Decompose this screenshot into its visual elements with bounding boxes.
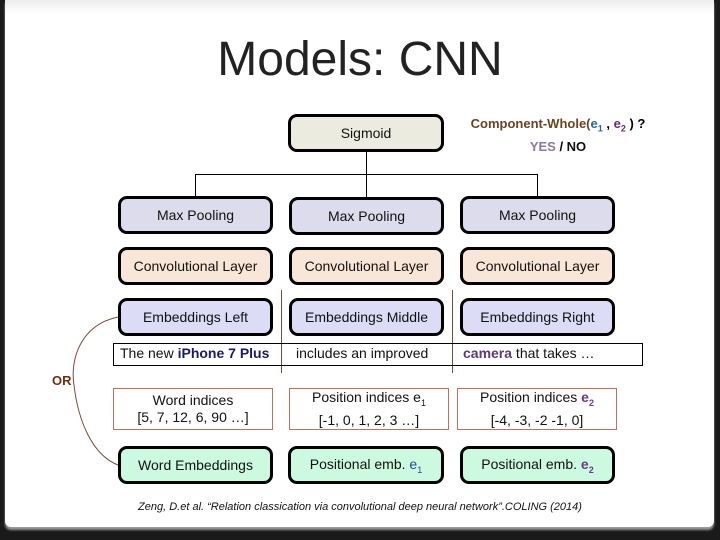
position-indices-e2-box: Position indices e2 [-4, -3, -2 -1, 0] (457, 388, 617, 430)
word-indices-box: Word indices [5, 7, 12, 6, 90 …] (113, 388, 273, 430)
positional-emb-e1-box: Positional emb. e1 (288, 446, 444, 484)
indices-values: [5, 7, 12, 6, 90 …] (137, 409, 249, 425)
position-indices-e1-box: Position indices e1 [-1, 0, 1, 2, 3 …] (289, 388, 449, 430)
indices-values: [-1, 0, 1, 2, 3 …] (318, 411, 420, 428)
positional-emb-e2-box: Positional emb. e2 (460, 446, 615, 484)
embeddings-label: Word Embeddings (138, 457, 253, 473)
indices-title: Position indices e1 (312, 389, 426, 408)
or-arc-path (72, 316, 119, 466)
indices-values: [-4, -3, -2 -1, 0] (490, 411, 584, 428)
word-embeddings-box: Word Embeddings (118, 446, 273, 484)
indices-title: Position indices e2 (480, 389, 594, 408)
indices-title: Word indices (152, 392, 234, 408)
citation: Zeng, D.et al. “Relation classication vi… (138, 501, 582, 513)
or-label: OR (52, 373, 72, 388)
embeddings-label: Positional emb. e1 (309, 455, 423, 475)
embeddings-label: Positional emb. e2 (481, 455, 594, 475)
